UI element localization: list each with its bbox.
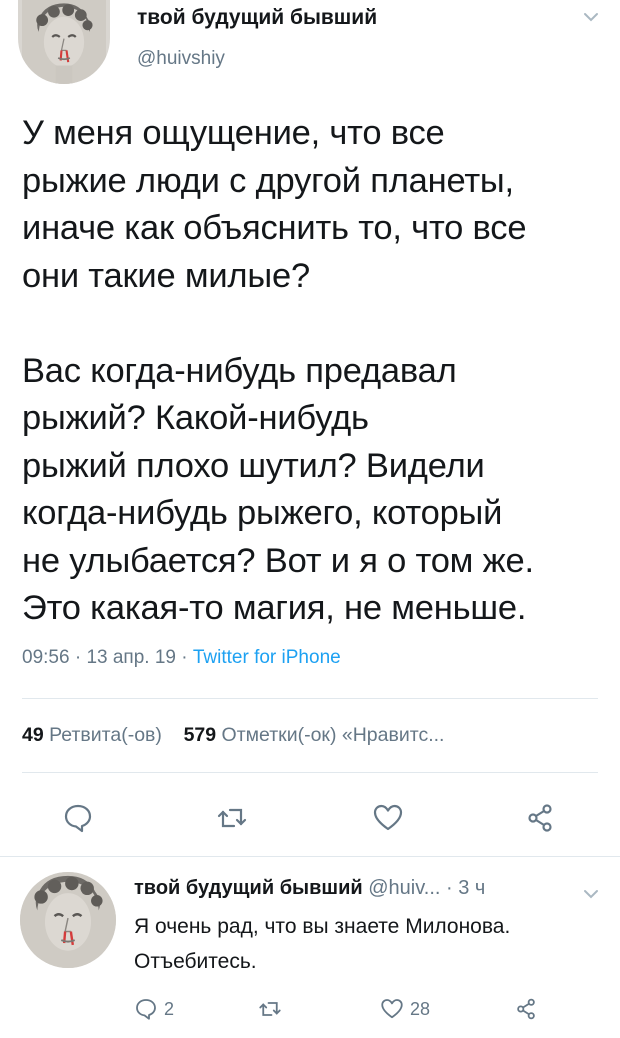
divider [22,772,598,773]
author-name[interactable]: твой будущий бывший [137,6,377,30]
reply-count: 2 [164,998,175,1019]
likes-stat[interactable]: 579 Отметки(-ок) «Нравитс... [184,724,445,746]
likes-count: 579 [183,724,217,746]
meta-separator: · [74,647,82,668]
chevron-down-icon[interactable] [582,885,600,903]
reply-author-avatar[interactable] [20,872,116,968]
reply-author-handle[interactable]: @huiv... [368,877,440,899]
divider [22,698,598,699]
meta-separator: · [181,647,188,668]
share-icon[interactable] [522,800,558,836]
tweet-source-link[interactable]: Twitter for iPhone [193,647,341,668]
avatar-image [20,872,116,968]
author-avatar[interactable] [18,0,110,84]
tweet-header: твой будущий бывший @huivshiy [0,0,620,100]
chevron-down-icon[interactable] [582,8,600,26]
reply-icon [136,999,156,1020]
like-count: 28 [410,998,431,1019]
share-icon [517,998,535,1020]
reply-share-button[interactable] [514,997,544,1021]
tweet-time: 09:56 [22,647,70,668]
avatar-image [22,0,106,84]
heart-icon [381,999,403,1019]
retweet-icon[interactable] [214,800,250,836]
reply-author-line: твой будущий бывший @huiv... · 3 ч [134,877,485,900]
tweet-date: 13 апр. 19 [86,647,176,668]
retweet-icon [259,1002,281,1016]
tweet-meta: 09:56 · 13 апр. 19 · Twitter for iPhone [22,647,341,669]
heart-icon[interactable] [370,800,406,836]
retweets-label: Ретвита(-ов) [49,724,162,746]
author-handle[interactable]: @huivshiy [137,48,225,70]
reply-like-button[interactable]: 28 [380,997,430,1021]
tweet-stats: 49 Ретвита(-ов) 579 Отметки(-ок) «Нравит… [22,724,444,747]
reply-author-name[interactable]: твой будущий бывший [134,877,363,899]
retweets-stat[interactable]: 49 Ретвита(-ов) [22,724,162,746]
tweet-text: У меня ощущение, что все рыжие люди с др… [22,114,534,627]
retweets-count: 49 [22,724,44,746]
reply-icon[interactable] [60,800,96,836]
reply-retweet-button[interactable] [258,997,288,1021]
reply-text: Я очень рад, что вы знаете Милонова. Отъ… [134,915,511,973]
likes-label: Отметки(-ок) «Нравитс... [221,724,445,746]
reply-time: · 3 ч [446,877,486,899]
reply-reply-button[interactable]: 2 [134,997,174,1021]
section-separator [0,856,620,857]
